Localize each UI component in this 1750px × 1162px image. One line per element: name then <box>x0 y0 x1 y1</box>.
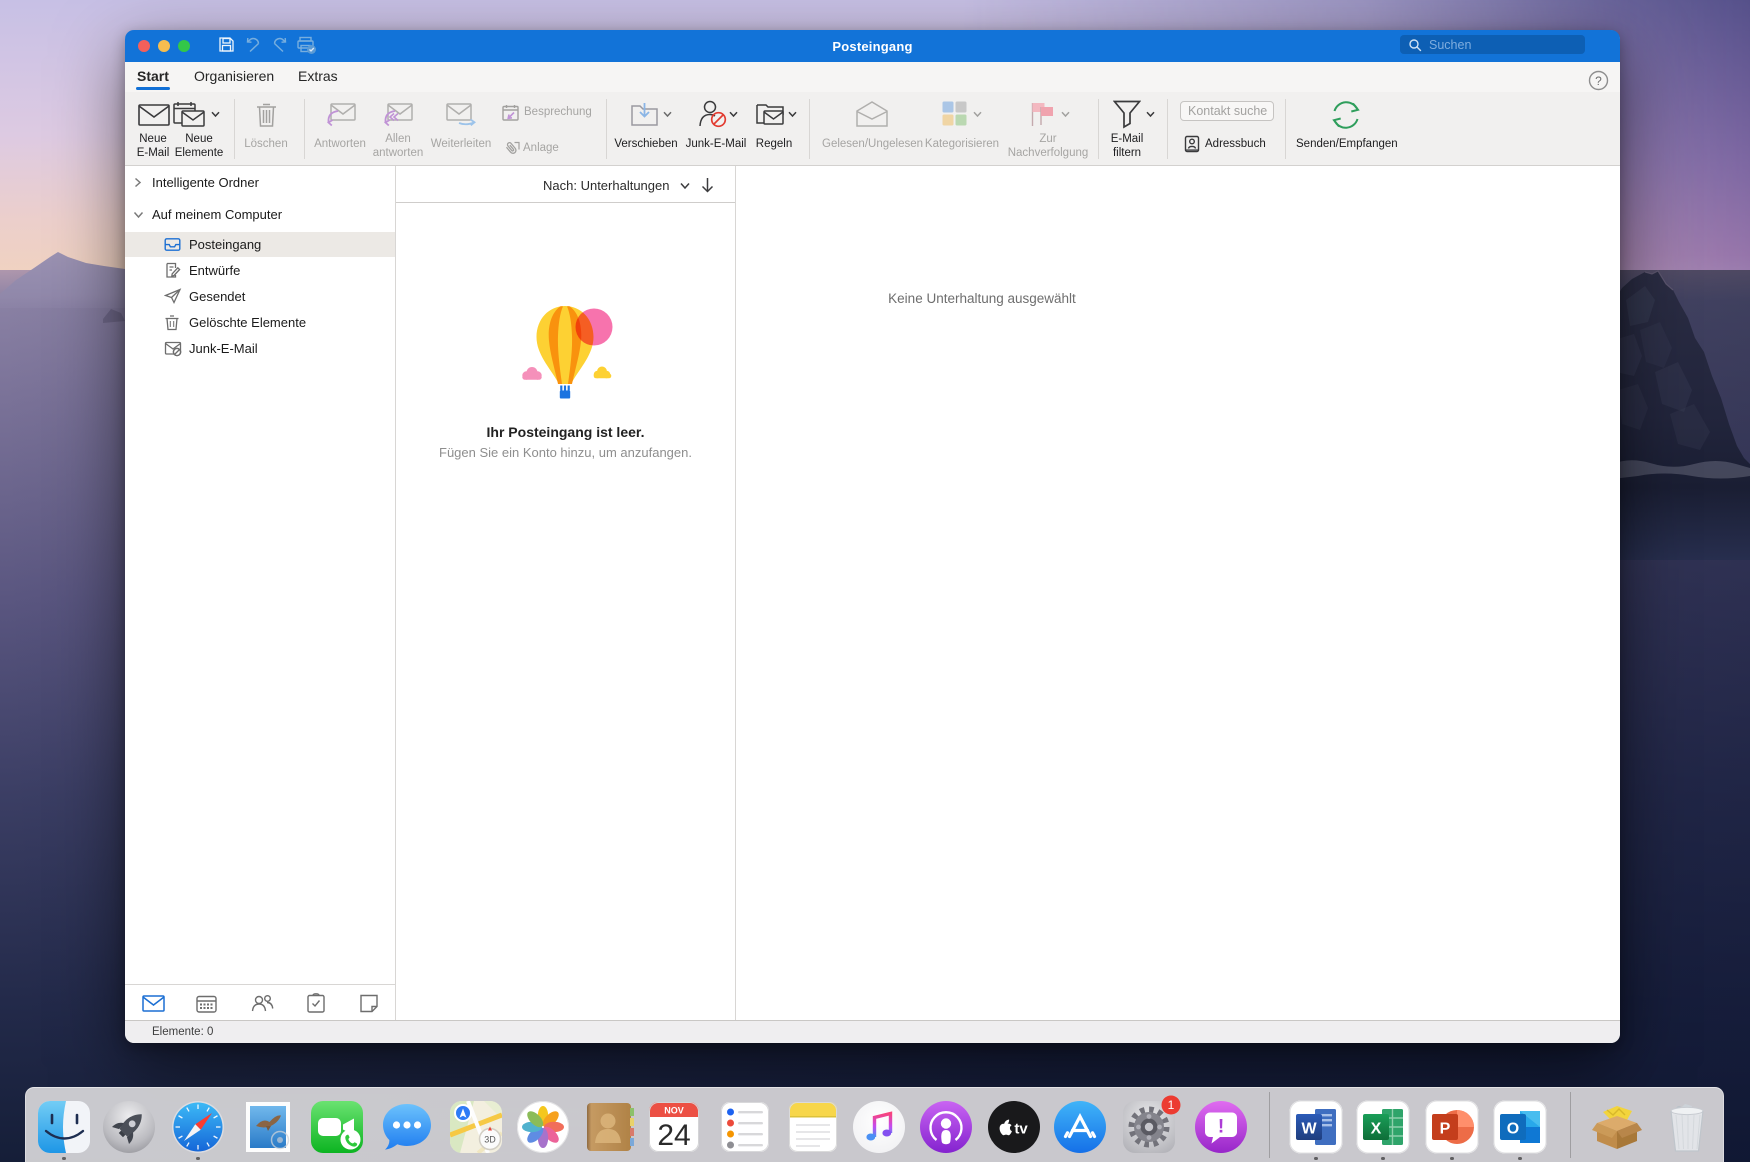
svg-text:X: X <box>1371 1121 1382 1138</box>
svg-text:NOV: NOV <box>664 1106 684 1116</box>
svg-text:W: W <box>1301 1121 1317 1138</box>
svg-text:1: 1 <box>1168 1098 1175 1112</box>
svg-text:3D: 3D <box>484 1135 496 1145</box>
svg-text:P: P <box>1440 1121 1451 1138</box>
svg-text:?: ? <box>1595 74 1602 88</box>
svg-text:O: O <box>1507 1121 1519 1138</box>
svg-text:!: ! <box>1218 1117 1224 1138</box>
svg-text:24: 24 <box>657 1119 690 1152</box>
svg-text:tv: tv <box>1014 1121 1028 1138</box>
